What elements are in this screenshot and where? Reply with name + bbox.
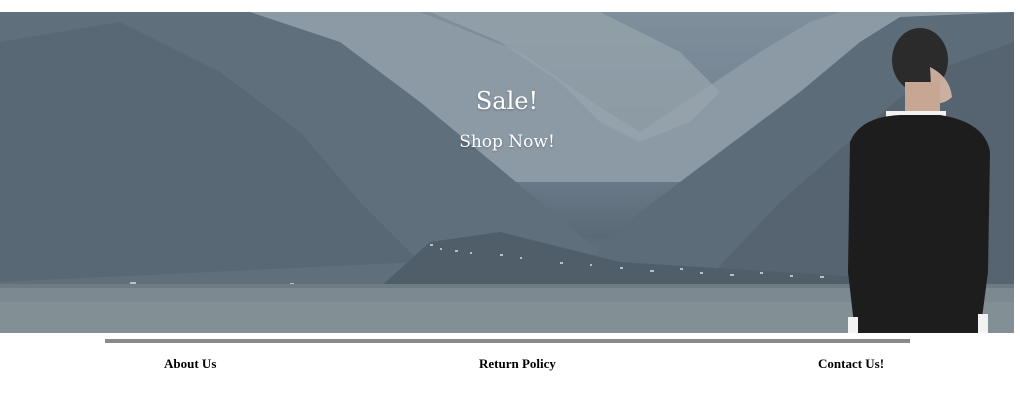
hero-background-image [0, 12, 1014, 333]
shop-now-link[interactable]: Shop Now! [0, 132, 1014, 152]
footer-divider [105, 339, 910, 343]
return-policy-link[interactable]: Return Policy [479, 356, 556, 372]
page: Sale! Shop Now! About Us Return Policy C… [0, 0, 1020, 402]
hero-title: Sale! [475, 87, 539, 115]
hero-banner: Sale! Shop Now! [0, 12, 1014, 333]
about-us-link[interactable]: About Us [164, 356, 216, 372]
contact-us-link[interactable]: Contact Us! [818, 356, 884, 372]
